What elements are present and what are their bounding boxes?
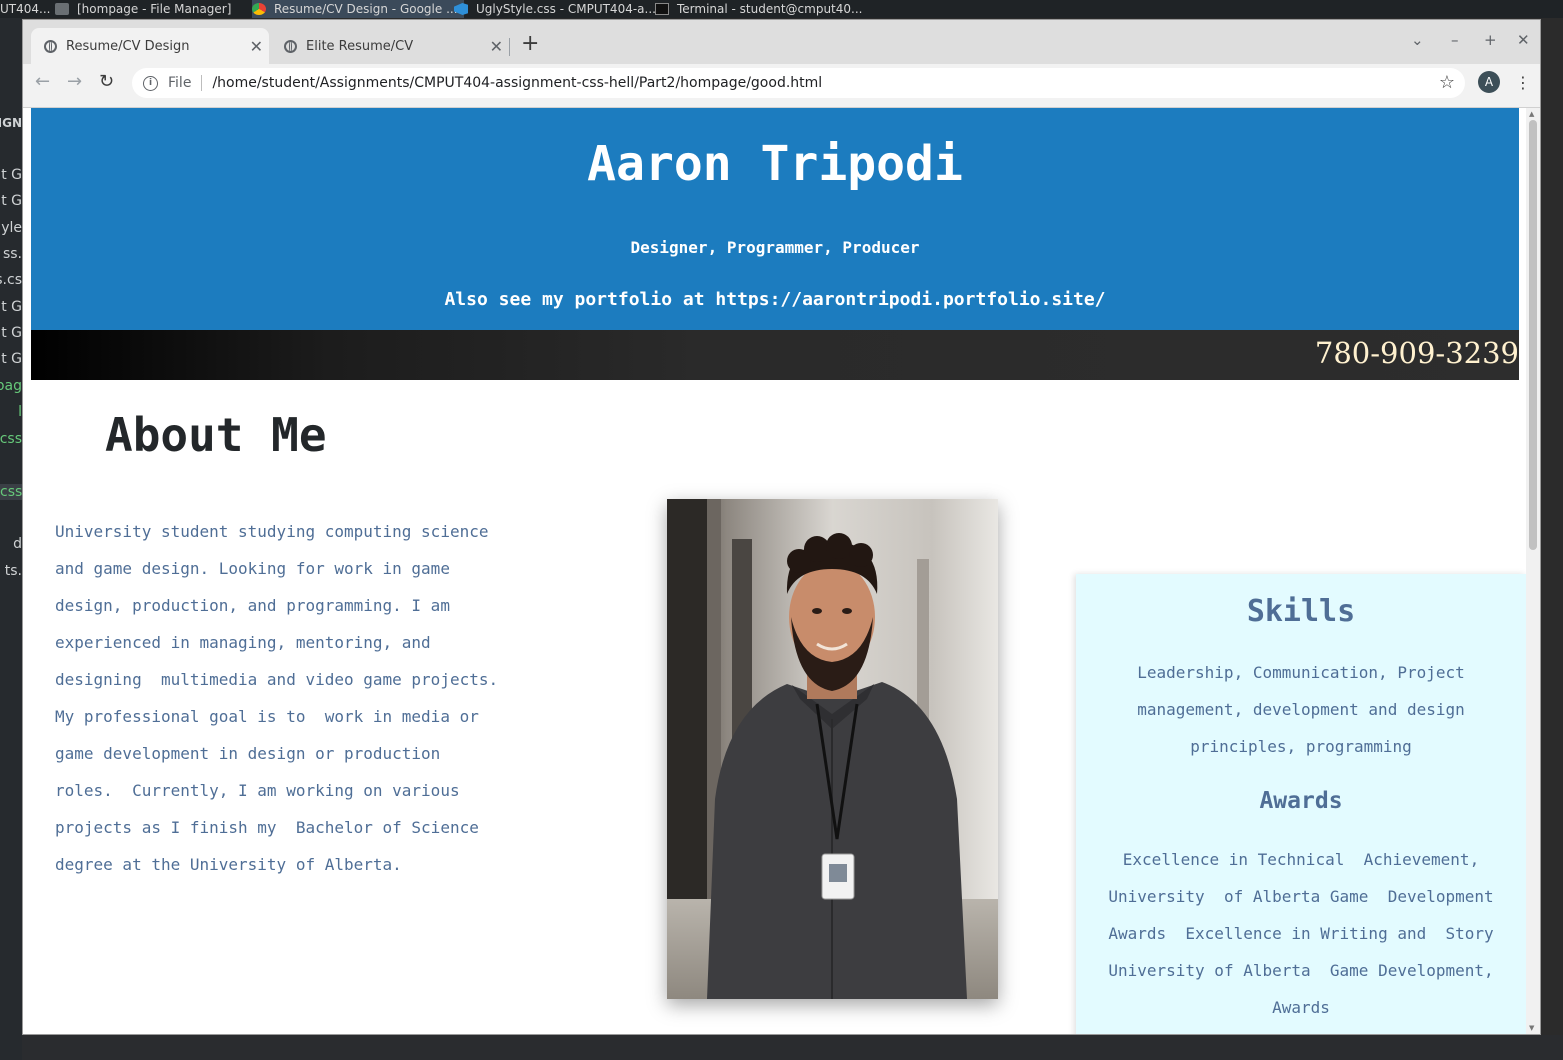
editor-line: d	[13, 536, 22, 552]
editor-line: pag	[0, 378, 22, 394]
background-status-area	[22, 1035, 1563, 1060]
about-heading: About Me	[105, 408, 327, 462]
about-line: degree at the University of Alberta.	[55, 855, 402, 874]
chrome-icon	[252, 3, 266, 15]
window-close-button[interactable]: ✕	[1517, 31, 1530, 49]
info-icon[interactable]: i	[143, 75, 158, 91]
awards-line: Excellence in Technical Achievement,	[1122, 850, 1480, 869]
back-arrow-icon[interactable]: ←	[35, 71, 50, 92]
editor-line: t G	[1, 167, 22, 183]
editor-line: ts.	[4, 563, 22, 579]
portfolio-link-text: Also see my portfolio at https://aarontr…	[444, 289, 1106, 310]
background-editor-sidebar: IGN t G t G yle ss. s.cs t G t G t G pag…	[0, 18, 22, 1060]
tab-elite-resume-cv[interactable]: Elite Resume/CV ✕	[271, 28, 509, 64]
awards-heading: Awards	[1259, 788, 1343, 814]
skills-list: Leadership, Communication, Project manag…	[1076, 654, 1526, 765]
skills-line: management, development and design	[1137, 700, 1465, 719]
chevron-down-icon[interactable]: ⌄	[1411, 31, 1424, 49]
about-line: University student studying computing sc…	[55, 522, 489, 541]
editor-line: t G	[1, 325, 22, 341]
editor-line: s.cs	[0, 272, 22, 288]
bookmark-star-icon[interactable]: ☆	[1439, 72, 1455, 93]
vscode-icon	[454, 3, 468, 15]
about-line: design, production, and programming. I a…	[55, 596, 450, 615]
page-scrollbar[interactable]: ▲ ▼	[1526, 108, 1540, 1034]
about-line: roles. Currently, I am working on variou…	[55, 781, 460, 800]
page-viewport: Aaron Tripodi Designer, Programmer, Prod…	[23, 108, 1526, 1034]
tab-strip: Resume/CV Design ✕ Elite Resume/CV ✕ + ⌄…	[23, 20, 1540, 64]
taskbar-item-label: Terminal - student@cmput40...	[677, 2, 863, 16]
editor-line: t G	[1, 351, 22, 367]
editor-line: ss.	[2, 246, 22, 262]
taskbar-item-label: UglyStyle.css - CMPUT404-a...	[476, 2, 656, 16]
editor-line: .css	[0, 431, 22, 447]
resume-tagline: Designer, Programmer, Producer	[630, 238, 920, 257]
awards-list: Excellence in Technical Achievement, Uni…	[1076, 841, 1526, 1026]
taskbar-item-label: [hompage - File Manager]	[77, 2, 232, 16]
skills-awards-panel: Skills Leadership, Communication, Projec…	[1076, 574, 1526, 1034]
globe-icon	[284, 39, 297, 53]
url-text[interactable]: /home/student/Assignments/CMPUT404-assig…	[212, 75, 822, 91]
resume-header: Aaron Tripodi Designer, Programmer, Prod…	[31, 108, 1519, 330]
folder-icon	[55, 3, 69, 15]
profile-photo	[667, 499, 998, 999]
editor-line: css	[0, 484, 22, 500]
kebab-menu-icon[interactable]: ⋮	[1515, 73, 1531, 92]
about-line: My professional goal is to work in media…	[55, 707, 479, 726]
editor-line: t G	[1, 299, 22, 315]
taskbar-item-vscode[interactable]: UglyStyle.css - CMPUT404-a...	[454, 0, 656, 18]
reload-icon[interactable]: ↻	[99, 71, 114, 92]
tab-label: Elite Resume/CV	[306, 38, 414, 54]
editor-line: yle	[1, 220, 22, 236]
browser-toolbar: ← → ↻ i File /home/student/Assignments/C…	[23, 64, 1540, 108]
maximize-button[interactable]: +	[1484, 31, 1497, 49]
os-taskbar: UT404... [hompage - File Manager] Resume…	[0, 0, 1563, 18]
close-icon[interactable]: ✕	[490, 37, 503, 56]
editor-line: t G	[1, 193, 22, 209]
tab-label: Resume/CV Design	[66, 38, 190, 54]
taskbar-item-chrome[interactable]: Resume/CV Design - Google ...	[252, 0, 464, 18]
resume-name: Aaron Tripodi	[587, 136, 963, 192]
profile-avatar[interactable]: A	[1478, 71, 1500, 93]
awards-line: Awards Excellence in Writing and Story	[1108, 924, 1494, 943]
terminal-icon	[655, 3, 669, 15]
about-line: designing multimedia and video game proj…	[55, 670, 499, 689]
about-paragraph: University student studying computing sc…	[55, 513, 515, 883]
taskbar-item-terminal[interactable]: Terminal - student@cmput40...	[655, 0, 862, 18]
tab-divider	[509, 38, 510, 56]
awards-line: University of Alberta Game Development	[1108, 887, 1494, 906]
address-divider	[201, 75, 203, 91]
awards-line: Awards	[1272, 998, 1330, 1017]
skills-line: principles, programming	[1190, 737, 1412, 756]
address-bar[interactable]: i File /home/student/Assignments/CMPUT40…	[132, 68, 1465, 98]
scheme-label: File	[168, 75, 192, 91]
skills-heading: Skills	[1246, 594, 1356, 629]
about-line: and game design. Looking for work in gam…	[55, 559, 450, 578]
taskbar-item-editor[interactable]: UT404...	[0, 0, 50, 18]
about-line: game development in design or production	[55, 744, 441, 763]
new-tab-button[interactable]: +	[521, 31, 539, 56]
globe-icon	[44, 39, 57, 53]
contact-bar: 780-909-3239	[31, 330, 1519, 380]
about-line: experienced in managing, mentoring, and	[55, 633, 431, 652]
close-icon[interactable]: ✕	[250, 37, 263, 56]
phone-number: 780-909-3239	[1314, 336, 1519, 370]
forward-arrow-icon[interactable]: →	[67, 71, 82, 92]
minimize-button[interactable]: –	[1451, 31, 1459, 49]
taskbar-item-label: Resume/CV Design - Google ...	[274, 2, 458, 16]
tab-resume-cv-design[interactable]: Resume/CV Design ✕	[31, 28, 269, 64]
browser-window: Resume/CV Design ✕ Elite Resume/CV ✕ + ⌄…	[22, 19, 1541, 1035]
about-line: projects as I finish my Bachelor of Scie…	[55, 818, 479, 837]
taskbar-item-label: UT404...	[0, 2, 51, 16]
scroll-down-icon[interactable]: ▼	[1529, 1024, 1534, 1032]
awards-line: University of Alberta Game Development,	[1108, 961, 1494, 980]
scroll-up-icon[interactable]: ▲	[1529, 110, 1534, 118]
editor-line: IGN	[0, 116, 22, 130]
taskbar-item-file-manager[interactable]: [hompage - File Manager]	[55, 0, 231, 18]
skills-line: Leadership, Communication, Project	[1137, 663, 1465, 682]
scroll-thumb[interactable]	[1529, 120, 1537, 550]
